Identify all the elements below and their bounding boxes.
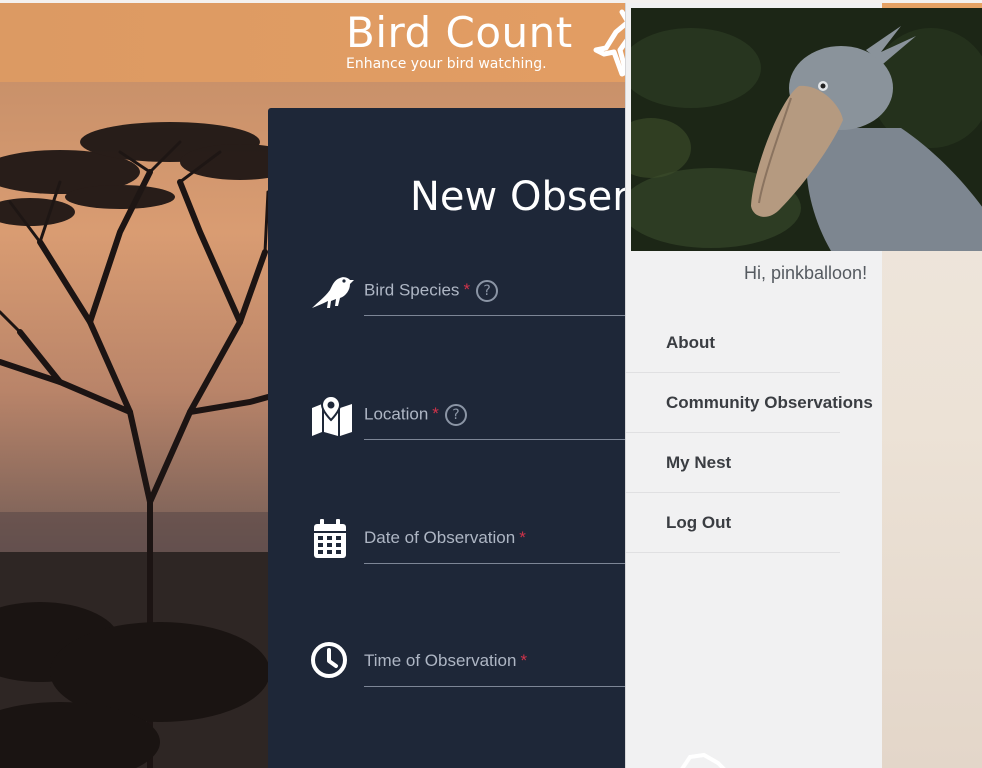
new-observation-form: New Obser Bird Species *? Location *? Da… [268, 108, 784, 768]
map-pin-icon [312, 394, 352, 436]
menu-item-about[interactable]: About [626, 313, 840, 373]
calendar-icon [314, 519, 346, 558]
date-of-observation-field[interactable]: Date of Observation * [308, 514, 784, 574]
menu-item-my-nest[interactable]: My Nest [626, 433, 840, 493]
bird-species-field[interactable]: Bird Species *? [308, 266, 784, 326]
help-icon[interactable]: ? [444, 404, 467, 426]
menu-item-community-observations[interactable]: Community Observations [626, 373, 873, 433]
app-title[interactable]: Bird Count [346, 8, 573, 57]
help-icon[interactable]: ? [476, 280, 499, 302]
bird-icon [312, 277, 354, 308]
bird-footer-icon [680, 752, 726, 768]
bird-species-label: Bird Species *? [364, 280, 499, 302]
required-asterisk: * [519, 528, 526, 547]
location-field[interactable]: Location *? [308, 390, 784, 450]
required-asterisk: * [463, 280, 471, 300]
app-tagline: Enhance your bird watching. [346, 56, 547, 72]
form-title: New Obser [410, 174, 629, 220]
location-label: Location *? [364, 404, 467, 426]
menu-item-log-out[interactable]: Log Out [626, 493, 840, 553]
date-label: Date of Observation * [364, 528, 526, 547]
time-of-observation-field[interactable]: Time of Observation * [308, 638, 784, 698]
time-label: Time of Observation * [364, 651, 528, 670]
required-asterisk: * [520, 651, 528, 670]
required-asterisk: * [432, 404, 439, 424]
side-menu: Hi, pinkballoon! About Community Observa… [625, 3, 982, 768]
clock-icon [311, 642, 347, 678]
shoebill-bird-image [631, 8, 982, 251]
profile-photo-shoebill [631, 8, 982, 251]
